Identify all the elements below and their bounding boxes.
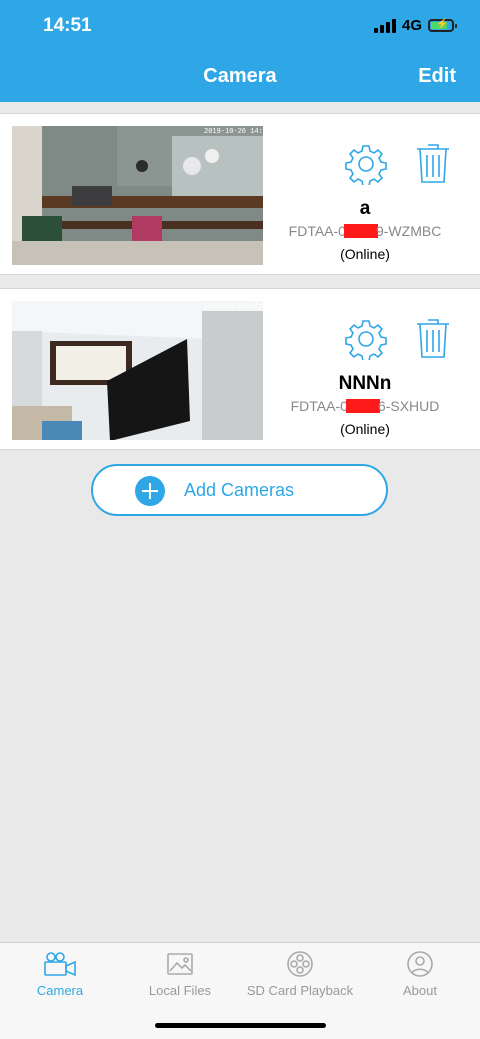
camera-thumbnail[interactable]: 2019-10-26 14:45:45 (12, 126, 263, 265)
tab-camera[interactable]: Camera (0, 951, 120, 998)
add-cameras-label: Add Cameras (184, 480, 295, 500)
delete-trash-icon[interactable] (415, 141, 451, 185)
redaction-box (345, 399, 380, 413)
camera-card[interactable]: 2019-10-26 14:50:37 NNNn FDTAA-06-SXHUD … (0, 288, 480, 450)
delete-trash-icon[interactable] (415, 316, 451, 360)
tab-about[interactable]: About (360, 951, 480, 998)
tab-label: Camera (36, 983, 84, 998)
status-time: 14:51 (43, 15, 92, 36)
video-camera-icon (44, 952, 76, 977)
sd-card-icon (287, 951, 313, 977)
camera-status: (Online) (340, 246, 390, 262)
camera-id: FDTAA-0 6-SXHUD (290, 398, 440, 414)
person-icon (407, 951, 433, 977)
tab-label: Local Files (148, 983, 212, 998)
battery-icon: ⚡ (428, 19, 457, 32)
camera-card[interactable]: 2019-10-26 14:45:45 a FDTAA-09-WZMBC (On… (0, 113, 480, 275)
redaction-box (343, 224, 378, 238)
thumbnail-timestamp: 2019-10-26 14:45:45 (204, 128, 263, 136)
add-cameras-button[interactable]: Add Cameras (91, 464, 388, 516)
image-icon (167, 953, 193, 975)
home-indicator (155, 1023, 326, 1028)
camera-thumbnail[interactable]: 2019-10-26 14:50:37 (12, 301, 263, 440)
cellular-signal-icon (373, 18, 396, 33)
settings-gear-icon[interactable] (345, 318, 387, 360)
tab-label: SD Card Playback (246, 983, 354, 998)
edit-button[interactable]: Edit (418, 65, 456, 88)
network-type: 4G (401, 17, 422, 34)
tab-label: About (403, 983, 437, 998)
tab-local-files[interactable]: Local Files (120, 951, 240, 998)
camera-name: a (359, 198, 371, 219)
camera-name: NNNn (338, 373, 392, 394)
thumbnail-timestamp: 2019-10-26 14:50:37 (204, 303, 263, 311)
camera-id: FDTAA-0 9-WZMBC (288, 223, 442, 239)
camera-status: (Online) (340, 421, 390, 437)
status-indicators: 4G ⚡ (373, 17, 457, 34)
plus-circle-icon (135, 476, 165, 506)
tab-sd-card-playback[interactable]: SD Card Playback (240, 951, 360, 998)
app-header: 14:51 4G ⚡ Camera Edit (0, 0, 480, 102)
page-title: Camera (203, 65, 277, 87)
settings-gear-icon[interactable] (345, 143, 387, 185)
